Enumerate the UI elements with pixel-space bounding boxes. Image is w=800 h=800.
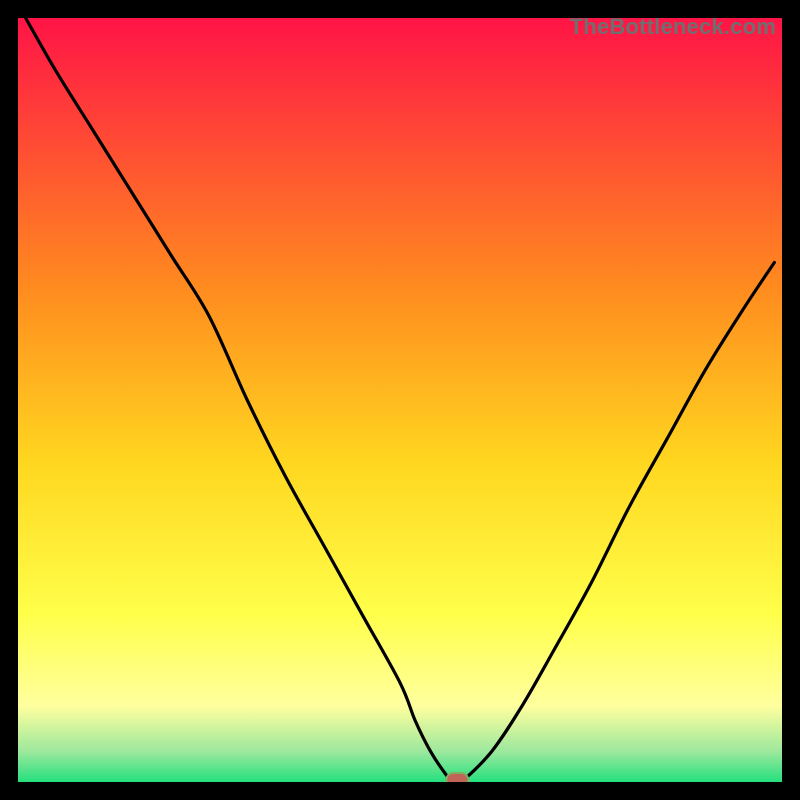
gradient-background xyxy=(18,18,782,782)
chart-frame: TheBottleneck.com xyxy=(0,0,800,800)
optimum-marker xyxy=(446,773,468,782)
watermark-text: TheBottleneck.com xyxy=(570,14,776,40)
bottleneck-chart xyxy=(18,18,782,782)
